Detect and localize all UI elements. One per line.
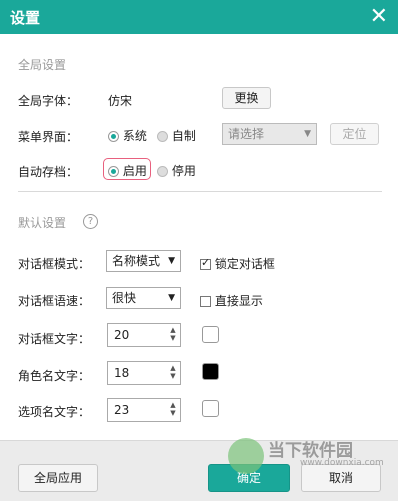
direct-show-label: 直接显示 xyxy=(214,294,263,308)
option-name-color-swatch[interactable] xyxy=(202,400,219,417)
option-name-size-stepper[interactable]: 23 ▲ ▼ xyxy=(107,398,181,422)
help-icon[interactable]: ? xyxy=(83,214,98,229)
dialog-title: 设置 xyxy=(10,9,41,27)
radio-unchecked-icon xyxy=(157,131,168,142)
section-title-global: 全局设置 xyxy=(18,58,67,72)
dialog-text-size-stepper[interactable]: 20 ▲ ▼ xyxy=(107,323,181,347)
autosave-radio-on-label: 启用 xyxy=(122,164,147,178)
autosave-radio-on[interactable]: 启用 xyxy=(108,162,147,179)
autosave-radio-off[interactable]: 停用 xyxy=(157,162,196,179)
lock-dialog-label: 锁定对话框 xyxy=(214,257,275,271)
checkbox-unchecked-icon xyxy=(200,296,211,307)
menu-radio-system-label: 系统 xyxy=(122,129,147,143)
radio-checked-icon xyxy=(108,131,119,142)
stepper-arrows-icon[interactable]: ▲ ▼ xyxy=(168,364,178,380)
dialog-text-label: 对话框文字： xyxy=(18,332,91,346)
stepper-arrows-icon[interactable]: ▲ ▼ xyxy=(168,326,178,342)
radio-unchecked-icon xyxy=(157,166,168,177)
chevron-down-icon: ▼ xyxy=(304,129,311,139)
change-font-button[interactable]: 更换 xyxy=(222,87,271,109)
role-name-label: 角色名文字： xyxy=(18,369,91,383)
cancel-button[interactable]: 取消 xyxy=(301,464,381,492)
chevron-down-icon: ▼ xyxy=(168,256,175,266)
dialog-text-size-value: 20 xyxy=(114,328,130,342)
section-title-defaults: 默认设置 xyxy=(18,216,67,230)
apply-global-button[interactable]: 全局应用 xyxy=(18,464,98,492)
section-divider xyxy=(18,191,382,192)
option-name-size-value: 23 xyxy=(114,403,130,417)
role-name-size-stepper[interactable]: 18 ▲ ▼ xyxy=(107,361,181,385)
menu-label: 菜单界面： xyxy=(18,130,79,144)
option-name-label: 选项名文字： xyxy=(18,405,91,419)
dialog-speed-label: 对话框语速： xyxy=(18,294,91,308)
dialog-mode-value: 名称模式 xyxy=(112,254,161,268)
chevron-down-icon: ▼ xyxy=(168,293,175,303)
title-bar: 设置 ✕ xyxy=(0,0,398,34)
dialog-speed-value: 很快 xyxy=(112,291,137,305)
dialog-speed-select[interactable]: 很快 ▼ xyxy=(106,287,181,309)
dialog-mode-select[interactable]: 名称模式 ▼ xyxy=(106,250,181,272)
menu-radio-custom[interactable]: 自制 xyxy=(157,127,196,144)
dialog-text-color-swatch[interactable] xyxy=(202,326,219,343)
direct-show-checkbox[interactable]: 直接显示 xyxy=(200,292,263,309)
dialog-mode-label: 对话框模式： xyxy=(18,257,91,271)
watermark-url: www.downxia.com xyxy=(300,458,384,468)
radio-checked-icon xyxy=(108,166,119,177)
font-label: 全局字体： xyxy=(18,94,79,108)
menu-select[interactable]: 请选择 ▼ xyxy=(222,123,317,145)
role-name-color-swatch[interactable] xyxy=(202,363,219,380)
checkbox-checked-icon xyxy=(200,256,211,270)
menu-radio-system[interactable]: 系统 xyxy=(108,127,147,144)
font-value: 仿宋 xyxy=(108,94,133,108)
autosave-label: 自动存档： xyxy=(18,165,79,179)
menu-select-value: 请选择 xyxy=(228,127,265,141)
close-icon[interactable]: ✕ xyxy=(370,4,388,29)
stepper-arrows-icon[interactable]: ▲ ▼ xyxy=(168,401,178,417)
autosave-radio-off-label: 停用 xyxy=(171,164,196,178)
watermark-logo-icon xyxy=(228,438,264,474)
role-name-size-value: 18 xyxy=(114,366,130,380)
locate-button[interactable]: 定位 xyxy=(330,123,379,145)
menu-radio-custom-label: 自制 xyxy=(171,129,196,143)
lock-dialog-checkbox[interactable]: 锁定对话框 xyxy=(200,255,275,272)
